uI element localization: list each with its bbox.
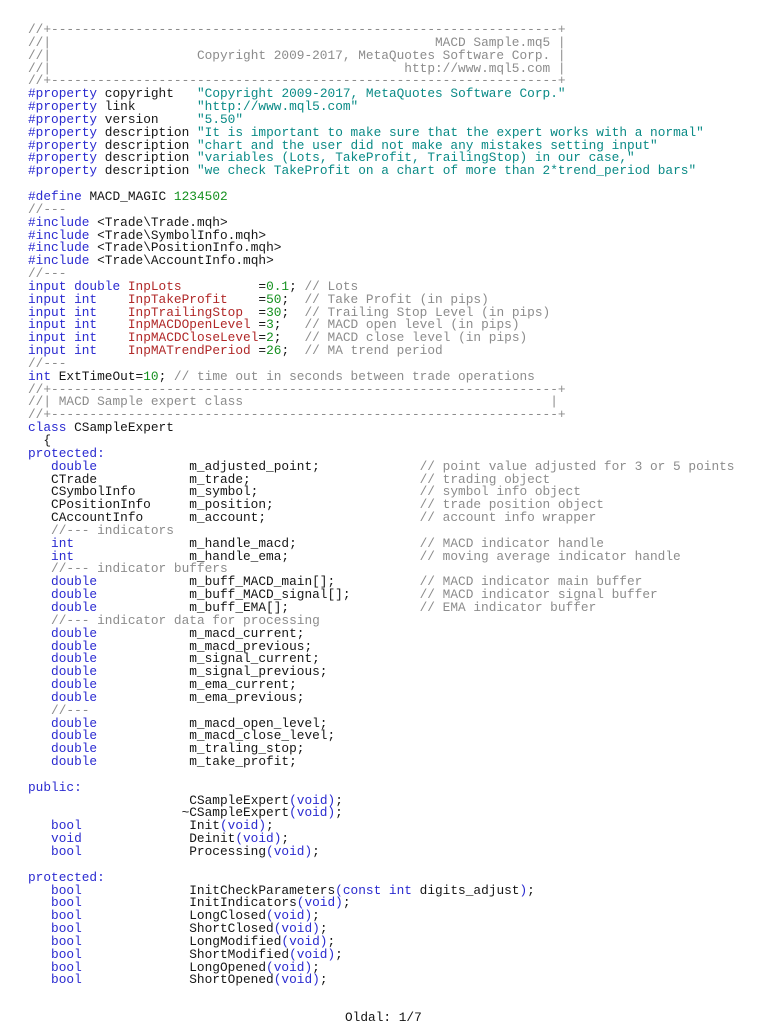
code-line: //+-------------------------------------… (28, 23, 734, 37)
code-line: double m_macd_previous; (28, 640, 734, 654)
code-line: CSampleExpert(void); (28, 794, 734, 808)
code-line: double m_macd_open_level; (28, 717, 734, 731)
code-token: //--- indicators (28, 522, 174, 538)
code-token: Processing (189, 844, 267, 859)
code-line: bool LongClosed(void); (28, 909, 734, 923)
code-line: bool Init(void); (28, 819, 734, 833)
code-token: bool (51, 972, 82, 988)
code-line: #include <Trade\AccountInfo.mqh> (28, 253, 734, 269)
code-line: double m_ema_previous; (28, 689, 734, 705)
code-token: // moving average indicator handle (419, 548, 681, 564)
code-line: //--- indicator data for processing (28, 614, 734, 628)
code-token: CSampleExpert (66, 420, 174, 436)
code-line: bool InitCheckParameters(const int digits… (28, 882, 734, 898)
code-token: m_ema_previous; (189, 689, 305, 705)
code-line: double m_buff_MACD_signal[];// MACD indic… (28, 588, 734, 602)
code-line: bool ShortModified(void); (28, 946, 734, 962)
code-line: double m_signal_previous; (28, 665, 734, 679)
code-token: // account info wrapper (419, 510, 597, 526)
code-token: ; (335, 946, 343, 962)
code-token: InpMATrendPeriod (127, 343, 251, 359)
code-token: (void) (289, 805, 336, 821)
code-line: { (28, 434, 734, 448)
code-token: ; (319, 972, 328, 988)
code-token: ; (342, 895, 351, 911)
code-token: <Trade\AccountInfo.mqh> (89, 253, 274, 269)
code-token: MACD_MAGIC (81, 188, 174, 204)
code-token: 26 (266, 343, 282, 359)
code-line: double m_take_profit; (28, 754, 734, 770)
code-line: bool InitIndicators(void); (28, 895, 734, 911)
code-token: "we check TakeProfit on a chart of more … (196, 163, 697, 179)
code-token: ; (281, 343, 305, 359)
code-token: bool (51, 844, 82, 859)
code-line: bool ShortOpened(void); (28, 974, 734, 987)
code-line: //| Copyright 2009-2017, MetaQuotes Softw… (28, 49, 734, 63)
code-line: #property description "we check TakeProf… (28, 163, 734, 179)
code-line: bool Processing(void); (28, 844, 734, 859)
code-token: digits_adjust (411, 882, 520, 898)
code-token: ShortOpened (189, 972, 274, 988)
code-line: double m_signal_current; (28, 652, 734, 666)
code-line: //--- indicators (28, 522, 734, 538)
code-token: (void) (266, 844, 313, 859)
code-token: (void) (273, 972, 320, 988)
code-token: ; (335, 805, 343, 821)
code-line: double m_macd_close_level; (28, 729, 734, 743)
code-line: double m_adjusted_point;// point value ad… (28, 460, 734, 474)
code-token: = (258, 343, 267, 359)
code-line: void Deinit(void); (28, 832, 734, 846)
code-line: #define MACD_MAGIC 1234502 (28, 188, 734, 204)
code-token: ; (527, 882, 535, 898)
code-token: description (97, 163, 197, 179)
code-line: class CSampleExpert (28, 420, 734, 436)
code-line: double m_traling_stop; (28, 742, 734, 756)
code-token: #property (28, 163, 98, 179)
code-line: bool LongModified(void); (28, 935, 734, 949)
code-token: m_account; (189, 510, 267, 526)
code-line: //--- (28, 704, 734, 718)
code-token: m_take_profit; (189, 754, 297, 770)
code-token: public: (28, 779, 82, 795)
code-line: double m_ema_current; (28, 678, 734, 692)
code-token: 1234502 (173, 188, 228, 204)
code-line: ~CSampleExpert(void); (28, 807, 734, 820)
code-line: public: (28, 779, 734, 795)
code-token: double (51, 754, 98, 770)
code-token: // MA trend period (304, 343, 443, 359)
code-line: input int InpMATrendPeriod =26; // MA tre… (28, 343, 734, 359)
code-listing: //+-------------------------------------… (28, 23, 734, 987)
code-line: double m_macd_current; (28, 627, 734, 641)
code-line: bool ShortClosed(void); (28, 922, 734, 936)
page-number: Oldal: 1/7 (345, 1010, 422, 1025)
code-line: bool LongOpened(void); (28, 961, 734, 975)
code-token: // EMA indicator buffer (419, 599, 597, 615)
code-token: ; (312, 844, 320, 859)
